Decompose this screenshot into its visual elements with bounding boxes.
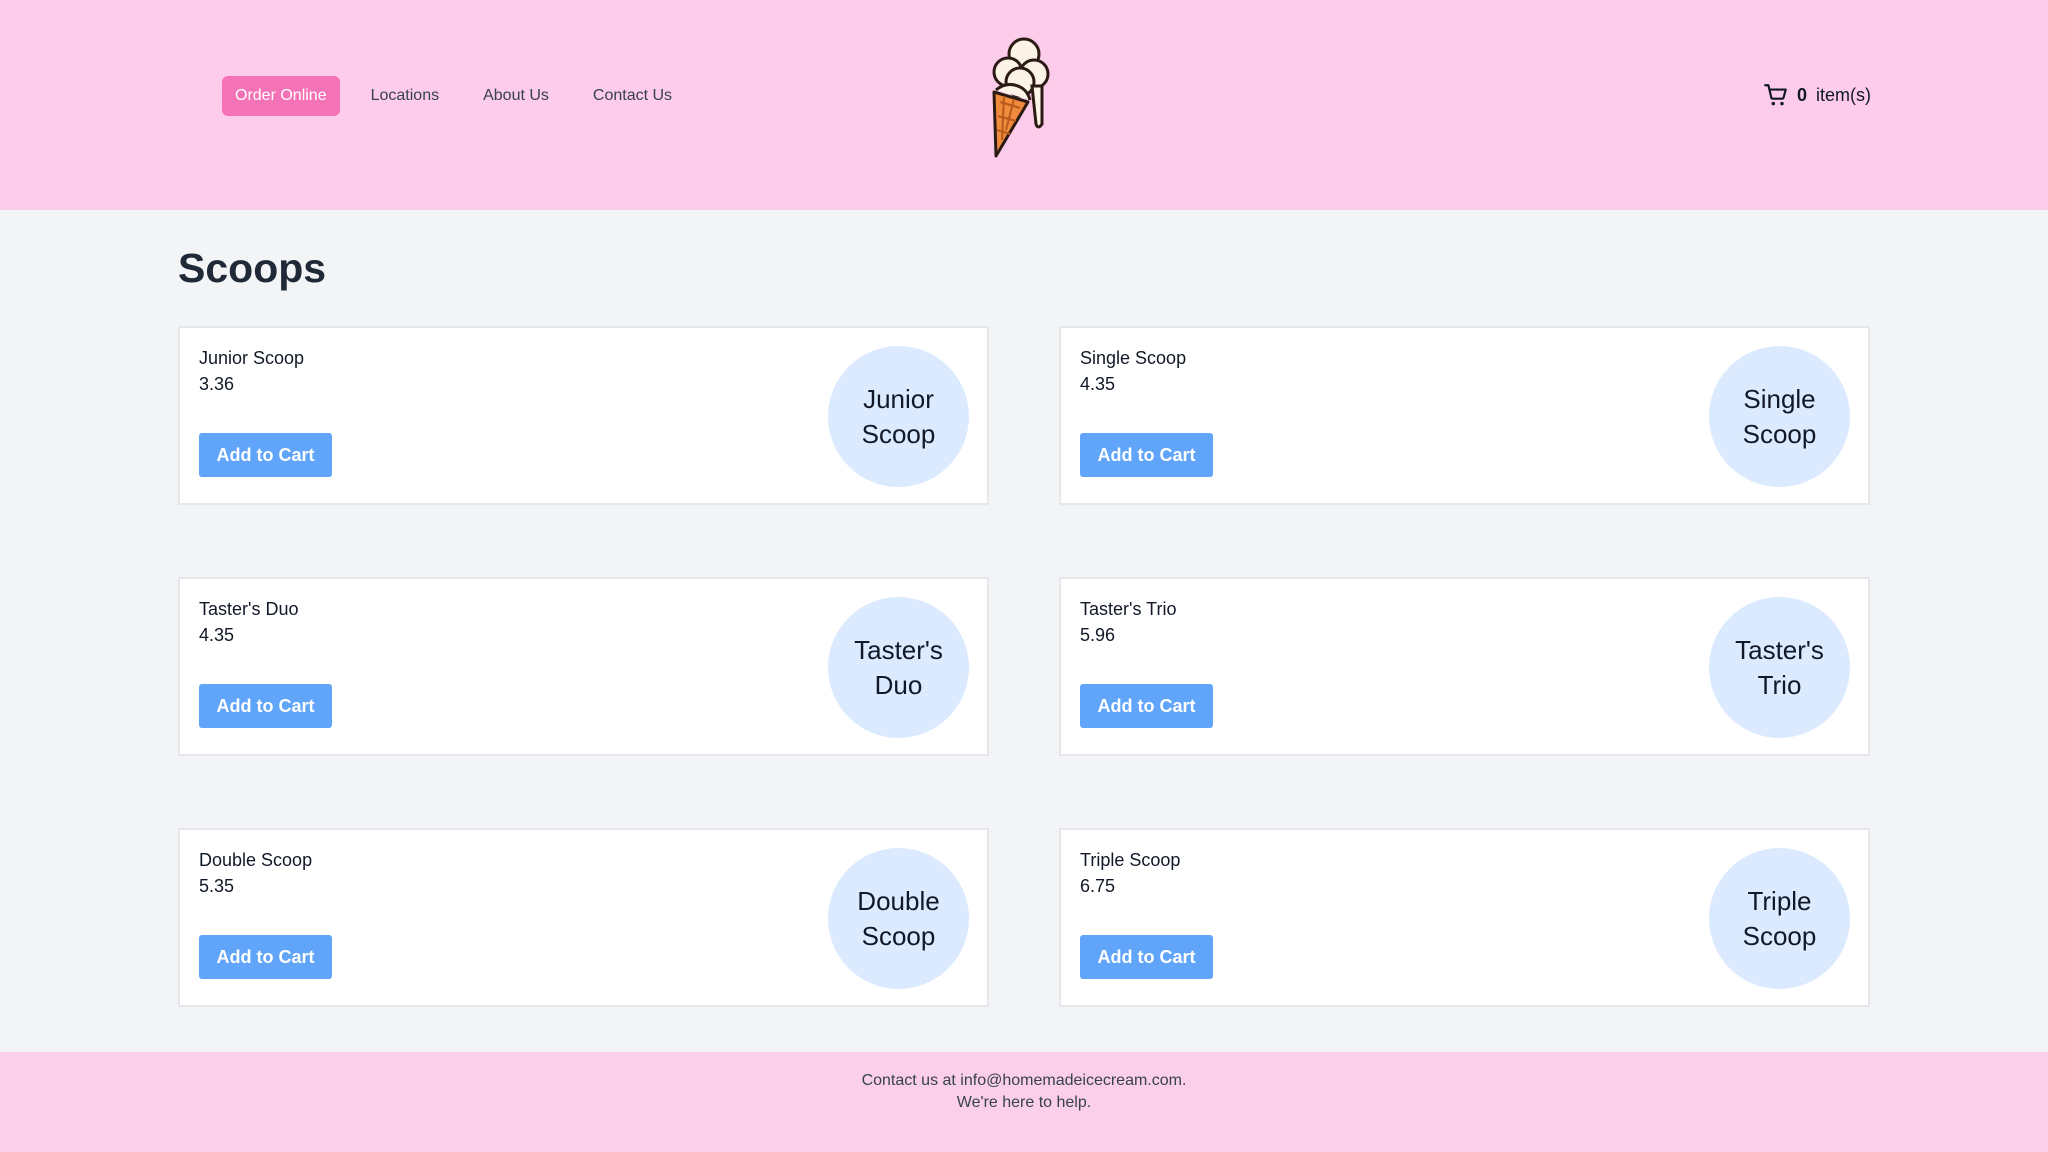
- product-name: Taster's Duo: [199, 599, 299, 619]
- product-grid: Junior Scoop 3.36 Add to Cart Junior Sco…: [178, 326, 1870, 1007]
- product-card: Junior Scoop 3.36 Add to Cart Junior Sco…: [178, 326, 989, 505]
- product-image-circle: Junior Scoop: [828, 346, 969, 487]
- product-name: Single Scoop: [1080, 348, 1187, 368]
- product-card: Single Scoop 4.35 Add to Cart Single Sco…: [1059, 326, 1870, 505]
- add-to-cart-button[interactable]: Add to Cart: [199, 935, 332, 979]
- add-to-cart-button[interactable]: Add to Cart: [1080, 433, 1213, 477]
- product-card: Triple Scoop 6.75 Add to Cart Triple Sco…: [1059, 828, 1870, 1007]
- add-to-cart-button[interactable]: Add to Cart: [199, 684, 332, 728]
- product-price: 4.35: [1080, 374, 1116, 394]
- product-circle-label: Junior Scoop: [861, 383, 936, 449]
- product-image-circle: Double Scoop: [828, 848, 969, 989]
- product-image-circle: Triple Scoop: [1709, 848, 1850, 989]
- nav-order-online[interactable]: Order Online: [222, 76, 340, 116]
- product-card: Taster's Trio 5.96 Add to Cart Taster's …: [1059, 577, 1870, 756]
- nav-contact-us[interactable]: Contact Us: [571, 76, 694, 116]
- add-to-cart-button[interactable]: Add to Cart: [1080, 684, 1213, 728]
- product-card: Double Scoop 5.35 Add to Cart Double Sco…: [178, 828, 989, 1007]
- product-image-circle: Single Scoop: [1709, 346, 1850, 487]
- product-circle-label: Triple Scoop: [1742, 885, 1817, 951]
- product-circle-label: Taster's Duo: [854, 634, 943, 700]
- product-circle-label: Taster's Trio: [1735, 634, 1824, 700]
- site-footer: Contact us at info@homemadeicecream.com.…: [0, 1052, 2048, 1152]
- footer-help-text: We're here to help.: [956, 1094, 1092, 1111]
- add-to-cart-button[interactable]: Add to Cart: [199, 433, 332, 477]
- footer-contact-text: Contact us at info@homemadeicecream.com.: [861, 1072, 1187, 1089]
- product-name: Junior Scoop: [199, 348, 305, 368]
- cart-count: 0: [1796, 84, 1807, 105]
- product-card: Taster's Duo 4.35 Add to Cart Taster's D…: [178, 577, 989, 756]
- product-name: Taster's Trio: [1080, 599, 1177, 619]
- ice-cream-cone-icon[interactable]: [982, 30, 1062, 160]
- product-name: Triple Scoop: [1080, 850, 1181, 870]
- cart-summary[interactable]: 0 item(s): [1763, 82, 1871, 108]
- product-price: 5.35: [199, 876, 235, 896]
- product-circle-label: Double Scoop: [857, 885, 940, 951]
- add-to-cart-button[interactable]: Add to Cart: [1080, 935, 1213, 979]
- product-price: 3.36: [199, 374, 235, 394]
- product-image-circle: Taster's Duo: [828, 597, 969, 738]
- nav-about-us[interactable]: About Us: [461, 76, 571, 116]
- product-image-circle: Taster's Trio: [1709, 597, 1850, 738]
- product-price: 5.96: [1080, 625, 1116, 645]
- cart-label: item(s): [1816, 84, 1871, 105]
- page-title: Scoops: [178, 245, 327, 291]
- nav-locations[interactable]: Locations: [349, 76, 462, 116]
- product-price: 6.75: [1080, 876, 1116, 896]
- site-header: Order Online Locations About Us Contact …: [0, 0, 2048, 210]
- shopping-cart-icon: [1764, 84, 1787, 106]
- product-price: 4.35: [199, 625, 235, 645]
- main-nav: Order Online Locations About Us Contact …: [222, 76, 694, 116]
- product-circle-label: Single Scoop: [1742, 383, 1817, 449]
- product-name: Double Scoop: [199, 850, 313, 870]
